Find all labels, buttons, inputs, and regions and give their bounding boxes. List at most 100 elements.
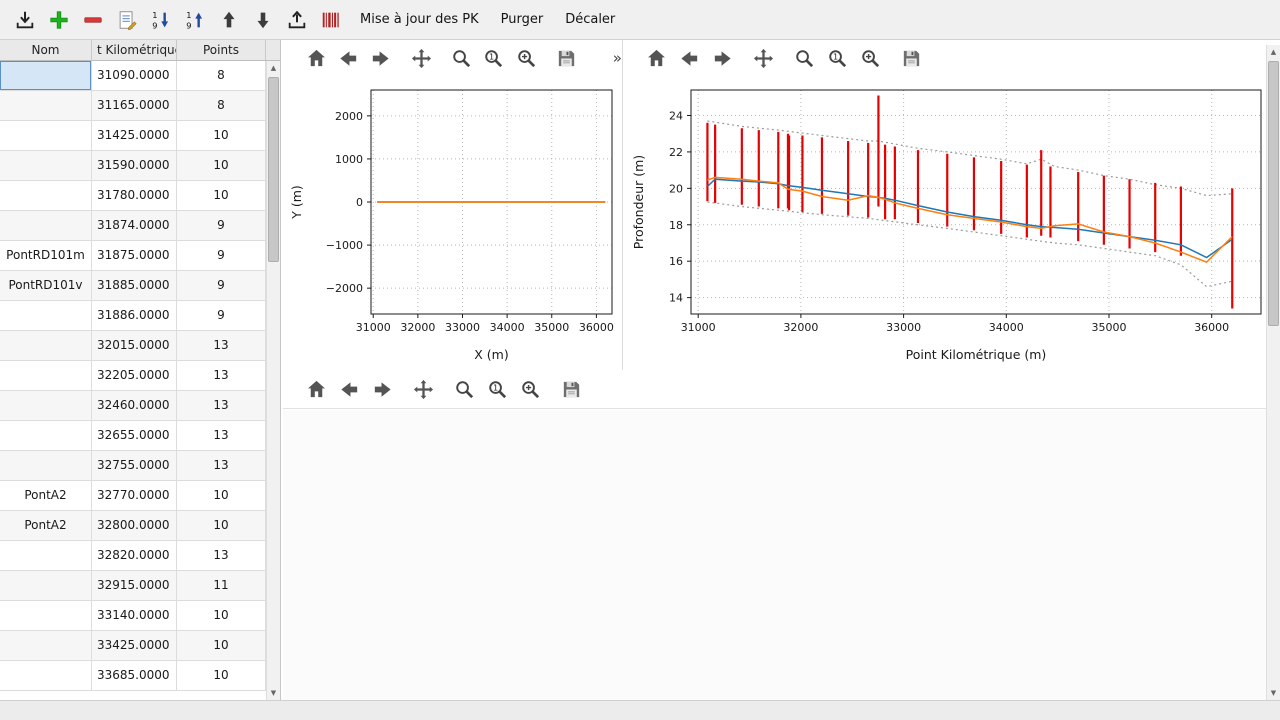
table-cell[interactable]: 32205.0000 <box>92 361 177 391</box>
table-row[interactable]: 31425.000010 <box>0 121 280 151</box>
table-cell[interactable]: 32800.0000 <box>92 511 177 541</box>
table-cell[interactable]: 8 <box>177 91 266 121</box>
update-pk-button[interactable]: Mise à jour des PK <box>350 6 489 33</box>
table-row[interactable]: 32755.000013 <box>0 451 280 481</box>
barcode-button[interactable] <box>314 4 348 36</box>
zoom-rect-button[interactable] <box>514 375 547 405</box>
table-cell[interactable]: 10 <box>177 661 266 691</box>
table-row[interactable]: 31874.00009 <box>0 211 280 241</box>
table-cell[interactable]: 32655.0000 <box>92 421 177 451</box>
table-cell[interactable]: 33140.0000 <box>92 601 177 631</box>
scrollbar-thumb[interactable] <box>1268 61 1279 326</box>
table-cell[interactable] <box>0 601 92 631</box>
remove-row-button[interactable] <box>76 4 110 36</box>
pan-button[interactable] <box>407 375 440 405</box>
purger-button[interactable]: Purger <box>491 6 554 33</box>
table-row[interactable]: 31886.00009 <box>0 301 280 331</box>
table-cell[interactable]: 32015.0000 <box>92 331 177 361</box>
sort-descending-button[interactable]: 19 <box>144 4 178 36</box>
pan-button[interactable] <box>405 43 437 73</box>
plots-scrollbar[interactable]: ▲ ▼ <box>1266 45 1280 700</box>
back-button[interactable] <box>332 43 364 73</box>
table-row[interactable]: 31165.00008 <box>0 91 280 121</box>
decaler-button[interactable]: Décaler <box>555 6 625 33</box>
table-cell[interactable]: 8 <box>177 61 266 91</box>
home-button[interactable] <box>300 43 332 73</box>
save-button[interactable] <box>550 43 582 73</box>
scroll-up-icon[interactable]: ▲ <box>1267 45 1280 59</box>
zoom-one-button[interactable]: 1 <box>478 43 510 73</box>
table-row[interactable]: PontRD101v31885.00009 <box>0 271 280 301</box>
table-cell[interactable] <box>0 451 92 481</box>
add-row-button[interactable] <box>42 4 76 36</box>
horizontal-scrollbar[interactable] <box>0 700 1280 720</box>
table-cell[interactable]: 31886.0000 <box>92 301 177 331</box>
table-cell[interactable]: 32820.0000 <box>92 541 177 571</box>
table-cell[interactable]: 33425.0000 <box>92 631 177 661</box>
table-cell[interactable]: 31874.0000 <box>92 211 177 241</box>
table-cell[interactable] <box>0 151 92 181</box>
move-down-button[interactable] <box>246 4 280 36</box>
table-cell[interactable] <box>0 211 92 241</box>
toolbar-overflow-button[interactable]: » <box>613 49 622 67</box>
table-cell[interactable]: 10 <box>177 481 266 511</box>
table-cell[interactable] <box>0 121 92 151</box>
xy-plot-canvas[interactable]: 310003200033000340003500036000−2000−1000… <box>283 76 622 370</box>
back-button[interactable] <box>673 43 706 73</box>
table-row[interactable]: 31090.00008 <box>0 61 280 91</box>
table-cell[interactable]: 9 <box>177 211 266 241</box>
table-cell[interactable]: 9 <box>177 301 266 331</box>
table-cell[interactable] <box>0 301 92 331</box>
table-cell[interactable]: 10 <box>177 601 266 631</box>
table-cell[interactable] <box>0 391 92 421</box>
home-button[interactable] <box>300 375 333 405</box>
table-cell[interactable] <box>0 571 92 601</box>
pan-button[interactable] <box>747 43 780 73</box>
table-row[interactable]: PontRD101m31875.00009 <box>0 241 280 271</box>
table-cell[interactable] <box>0 61 92 91</box>
scrollbar-thumb[interactable] <box>268 77 279 262</box>
table-row[interactable]: 32460.000013 <box>0 391 280 421</box>
table-cell[interactable]: 13 <box>177 451 266 481</box>
table-cell[interactable]: 32915.0000 <box>92 571 177 601</box>
table-cell[interactable] <box>0 181 92 211</box>
table-row[interactable]: 31590.000010 <box>0 151 280 181</box>
table-cell[interactable] <box>0 91 92 121</box>
table-cell[interactable]: PontA2 <box>0 481 92 511</box>
edit-button[interactable] <box>110 4 144 36</box>
column-header-0[interactable]: Nom <box>0 40 92 60</box>
table-cell[interactable] <box>0 331 92 361</box>
table-cell[interactable]: 32770.0000 <box>92 481 177 511</box>
table-cell[interactable] <box>0 631 92 661</box>
table-cell[interactable]: 31165.0000 <box>92 91 177 121</box>
profile-plot-canvas[interactable]: 3100032000330003400035000360001416182022… <box>623 76 1267 370</box>
zoom-button[interactable] <box>448 375 481 405</box>
table-row[interactable]: PontA232770.000010 <box>0 481 280 511</box>
table-cell[interactable]: 13 <box>177 421 266 451</box>
scroll-up-icon[interactable]: ▲ <box>267 61 280 75</box>
scroll-down-icon[interactable]: ▼ <box>1267 686 1280 700</box>
save-button[interactable] <box>555 375 588 405</box>
table-cell[interactable]: 32460.0000 <box>92 391 177 421</box>
home-button[interactable] <box>640 43 673 73</box>
zoom-one-button[interactable]: 1 <box>481 375 514 405</box>
move-up-button[interactable] <box>212 4 246 36</box>
table-cell[interactable] <box>0 421 92 451</box>
table-cell[interactable]: 32755.0000 <box>92 451 177 481</box>
table-cell[interactable]: 31780.0000 <box>92 181 177 211</box>
table-row[interactable]: 32015.000013 <box>0 331 280 361</box>
table-row[interactable]: 32820.000013 <box>0 541 280 571</box>
zoom-button[interactable] <box>445 43 477 73</box>
table-cell[interactable]: 13 <box>177 391 266 421</box>
column-header-2[interactable]: Points <box>177 40 266 60</box>
table-cell[interactable]: 13 <box>177 331 266 361</box>
table-cell[interactable]: 31885.0000 <box>92 271 177 301</box>
table-cell[interactable]: 33685.0000 <box>92 661 177 691</box>
table-cell[interactable]: 10 <box>177 181 266 211</box>
table-row[interactable]: 32915.000011 <box>0 571 280 601</box>
zoom-rect-button[interactable] <box>854 43 887 73</box>
table-cell[interactable]: PontRD101v <box>0 271 92 301</box>
table-row[interactable]: PontA232800.000010 <box>0 511 280 541</box>
sort-ascending-button[interactable]: 19 <box>178 4 212 36</box>
table-row[interactable]: 32655.000013 <box>0 421 280 451</box>
